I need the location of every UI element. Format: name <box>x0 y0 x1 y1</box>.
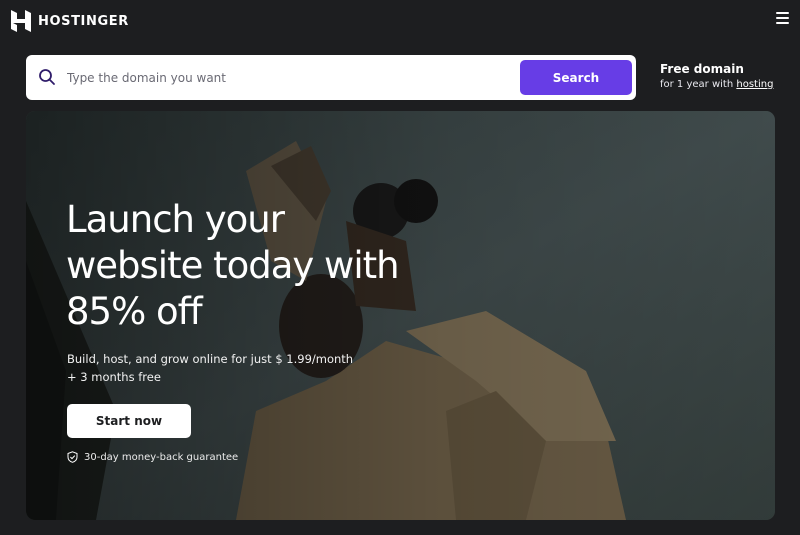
promo-title: Free domain <box>660 62 744 76</box>
hamburger-menu-icon[interactable] <box>776 12 789 25</box>
promo-subtitle: for 1 year with hosting <box>660 79 773 90</box>
hero-subtitle: Build, host, and grow online for just $ … <box>67 352 354 384</box>
hostinger-logo-icon <box>11 10 31 32</box>
free-domain-promo: Free domain for 1 year with hosting <box>660 62 773 90</box>
brand-logo[interactable]: HOSTINGER <box>11 10 129 32</box>
hero-banner: Launch your website today with 85% off B… <box>26 111 775 520</box>
domain-search-bar: Search <box>26 55 636 100</box>
money-back-guarantee: 30-day money-back guarantee <box>67 451 238 463</box>
shield-check-icon <box>67 451 78 463</box>
hero-title: Launch your website today with 85% off <box>66 197 406 335</box>
hero-title-line: website today with <box>66 244 400 287</box>
brand-name: HOSTINGER <box>38 13 129 29</box>
guarantee-text: 30-day money-back guarantee <box>84 451 239 463</box>
hero-title-line: 85% off <box>66 290 203 333</box>
hero-title-line: Launch your <box>66 198 285 241</box>
top-bar: HOSTINGER <box>0 0 800 44</box>
search-icon <box>39 69 55 85</box>
search-button[interactable]: Search <box>520 60 632 95</box>
hosting-link[interactable]: hosting <box>736 79 773 90</box>
start-now-button[interactable]: Start now <box>67 404 191 438</box>
domain-search-input[interactable] <box>65 66 509 90</box>
promo-subtitle-text: for 1 year with <box>660 79 737 90</box>
